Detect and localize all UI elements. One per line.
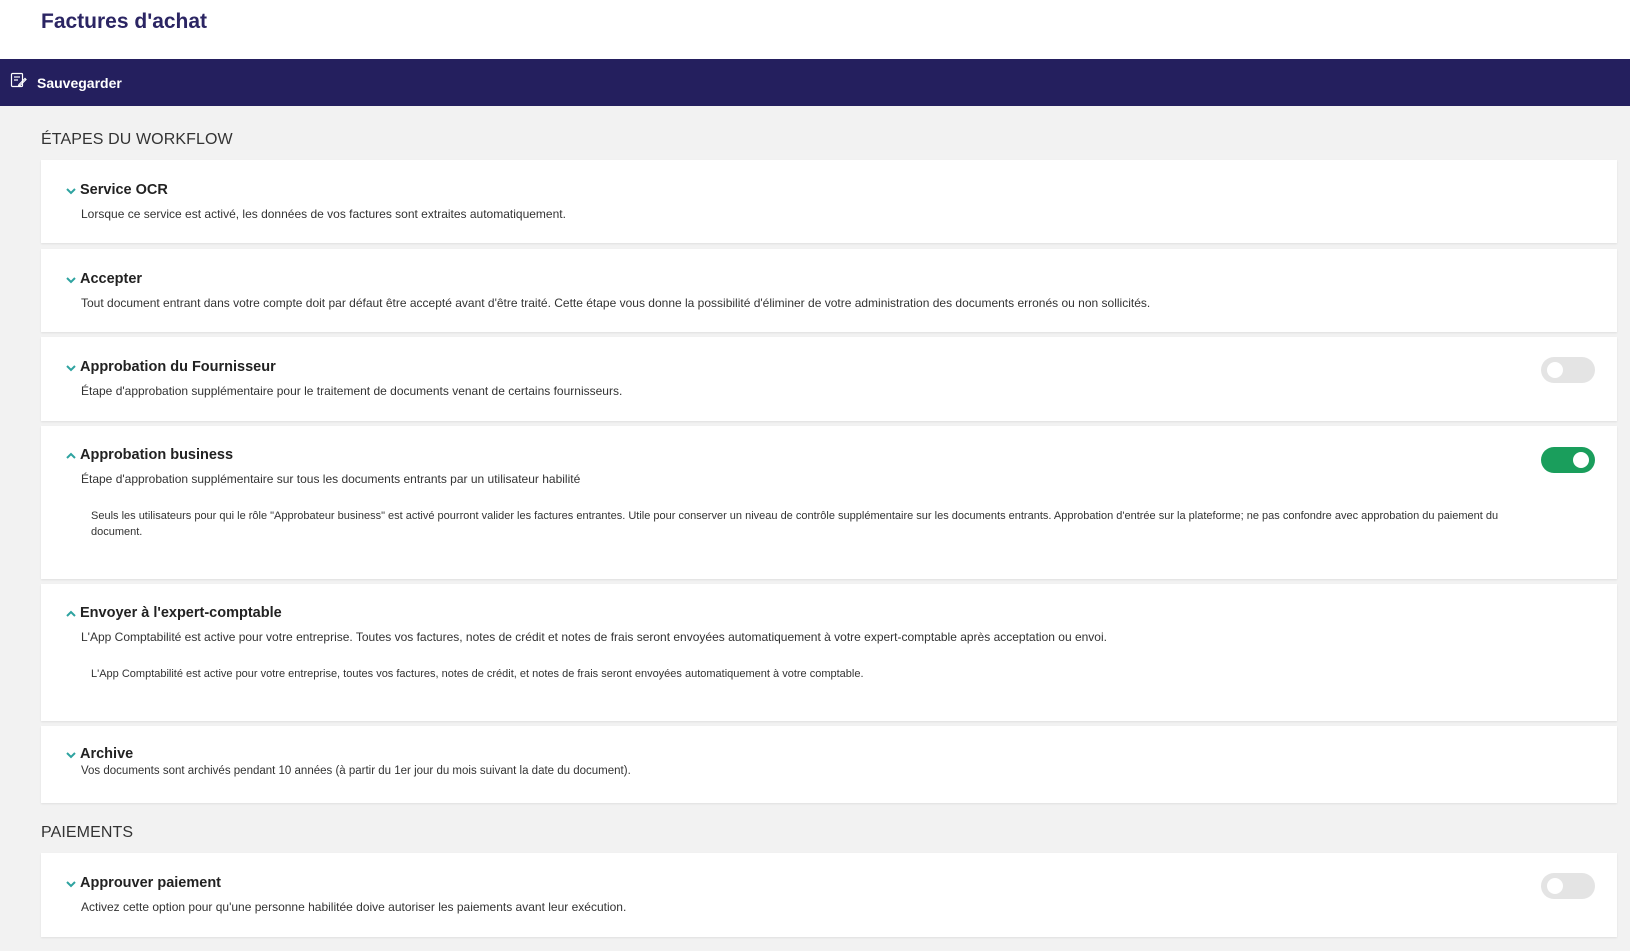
step-card-accept: Accepter Tout document entrant dans votr… xyxy=(41,249,1617,332)
step-description: Vos documents sont archivés pendant 10 a… xyxy=(81,765,631,777)
toggle-knob xyxy=(1547,362,1563,378)
toggle-knob xyxy=(1547,878,1563,894)
supplier-approval-toggle[interactable] xyxy=(1541,357,1595,383)
workflow-section-title: ÉTAPES DU WORKFLOW xyxy=(41,131,233,148)
chevron-down-icon xyxy=(66,364,76,371)
step-title: Service OCR xyxy=(80,182,168,198)
step-description: Activez cette option pour qu'une personn… xyxy=(81,900,627,914)
step-description: Tout document entrant dans votre compte … xyxy=(81,296,1151,310)
page-title: Factures d'achat xyxy=(41,10,208,33)
chevron-down-icon xyxy=(66,751,76,758)
step-card-ocr: Service OCR Lorsque ce service est activ… xyxy=(41,160,1617,243)
step-card-archive: Archive Vos documents sont archivés pend… xyxy=(41,726,1617,803)
business-approval-toggle[interactable] xyxy=(1541,447,1595,473)
chevron-down-icon xyxy=(66,187,76,194)
step-title: Archive xyxy=(80,746,134,762)
step-header-ocr[interactable]: Service OCR xyxy=(65,182,168,198)
step-card-approve-payment: Approuver paiement Activez cette option … xyxy=(41,853,1617,937)
step-description: Étape d'approbation supplémentaire sur t… xyxy=(81,472,581,486)
step-title: Approbation business xyxy=(80,447,234,463)
step-card-business-approval: Approbation business Étape d'approbation… xyxy=(41,426,1617,579)
toggle-knob xyxy=(1573,452,1589,468)
chevron-up-icon xyxy=(66,610,76,617)
step-description: Étape d'approbation supplémentaire pour … xyxy=(81,384,623,398)
step-header-supplier-approval[interactable]: Approbation du Fournisseur xyxy=(65,359,276,375)
page-header: Factures d'achat xyxy=(0,0,1630,59)
chevron-down-icon xyxy=(66,276,76,283)
save-button-label: Sauvegarder xyxy=(37,74,122,91)
payments-section-title: PAIEMENTS xyxy=(41,824,134,841)
step-card-supplier-approval: Approbation du Fournisseur Étape d'appro… xyxy=(41,337,1617,421)
step-header-send-accountant[interactable]: Envoyer à l'expert-comptable xyxy=(65,605,282,621)
step-detail: L'App Comptabilité est active pour votre… xyxy=(91,668,864,680)
approve-payment-toggle[interactable] xyxy=(1541,873,1595,899)
step-header-archive[interactable]: Archive xyxy=(65,746,133,762)
step-header-accept[interactable]: Accepter xyxy=(65,271,142,287)
action-toolbar: Sauvegarder xyxy=(0,59,1630,106)
save-button[interactable]: Sauvegarder xyxy=(10,69,122,96)
step-description: L'App Comptabilité est active pour votre… xyxy=(81,630,1107,644)
chevron-up-icon xyxy=(66,452,76,459)
step-description: Lorsque ce service est activé, les donné… xyxy=(81,207,566,221)
chevron-down-icon xyxy=(66,880,76,887)
step-title: Accepter xyxy=(80,271,143,287)
step-detail: Seuls les utilisateurs pour qui le rôle … xyxy=(91,510,1499,538)
step-title: Approbation du Fournisseur xyxy=(80,359,276,375)
save-doc-icon xyxy=(10,72,37,94)
step-header-approve-payment[interactable]: Approuver paiement xyxy=(65,875,221,891)
step-card-send-accountant: Envoyer à l'expert-comptable L'App Compt… xyxy=(41,584,1617,721)
step-title: Approuver paiement xyxy=(80,875,221,891)
step-header-business-approval[interactable]: Approbation business xyxy=(65,447,233,463)
step-title: Envoyer à l'expert-comptable xyxy=(80,605,282,621)
